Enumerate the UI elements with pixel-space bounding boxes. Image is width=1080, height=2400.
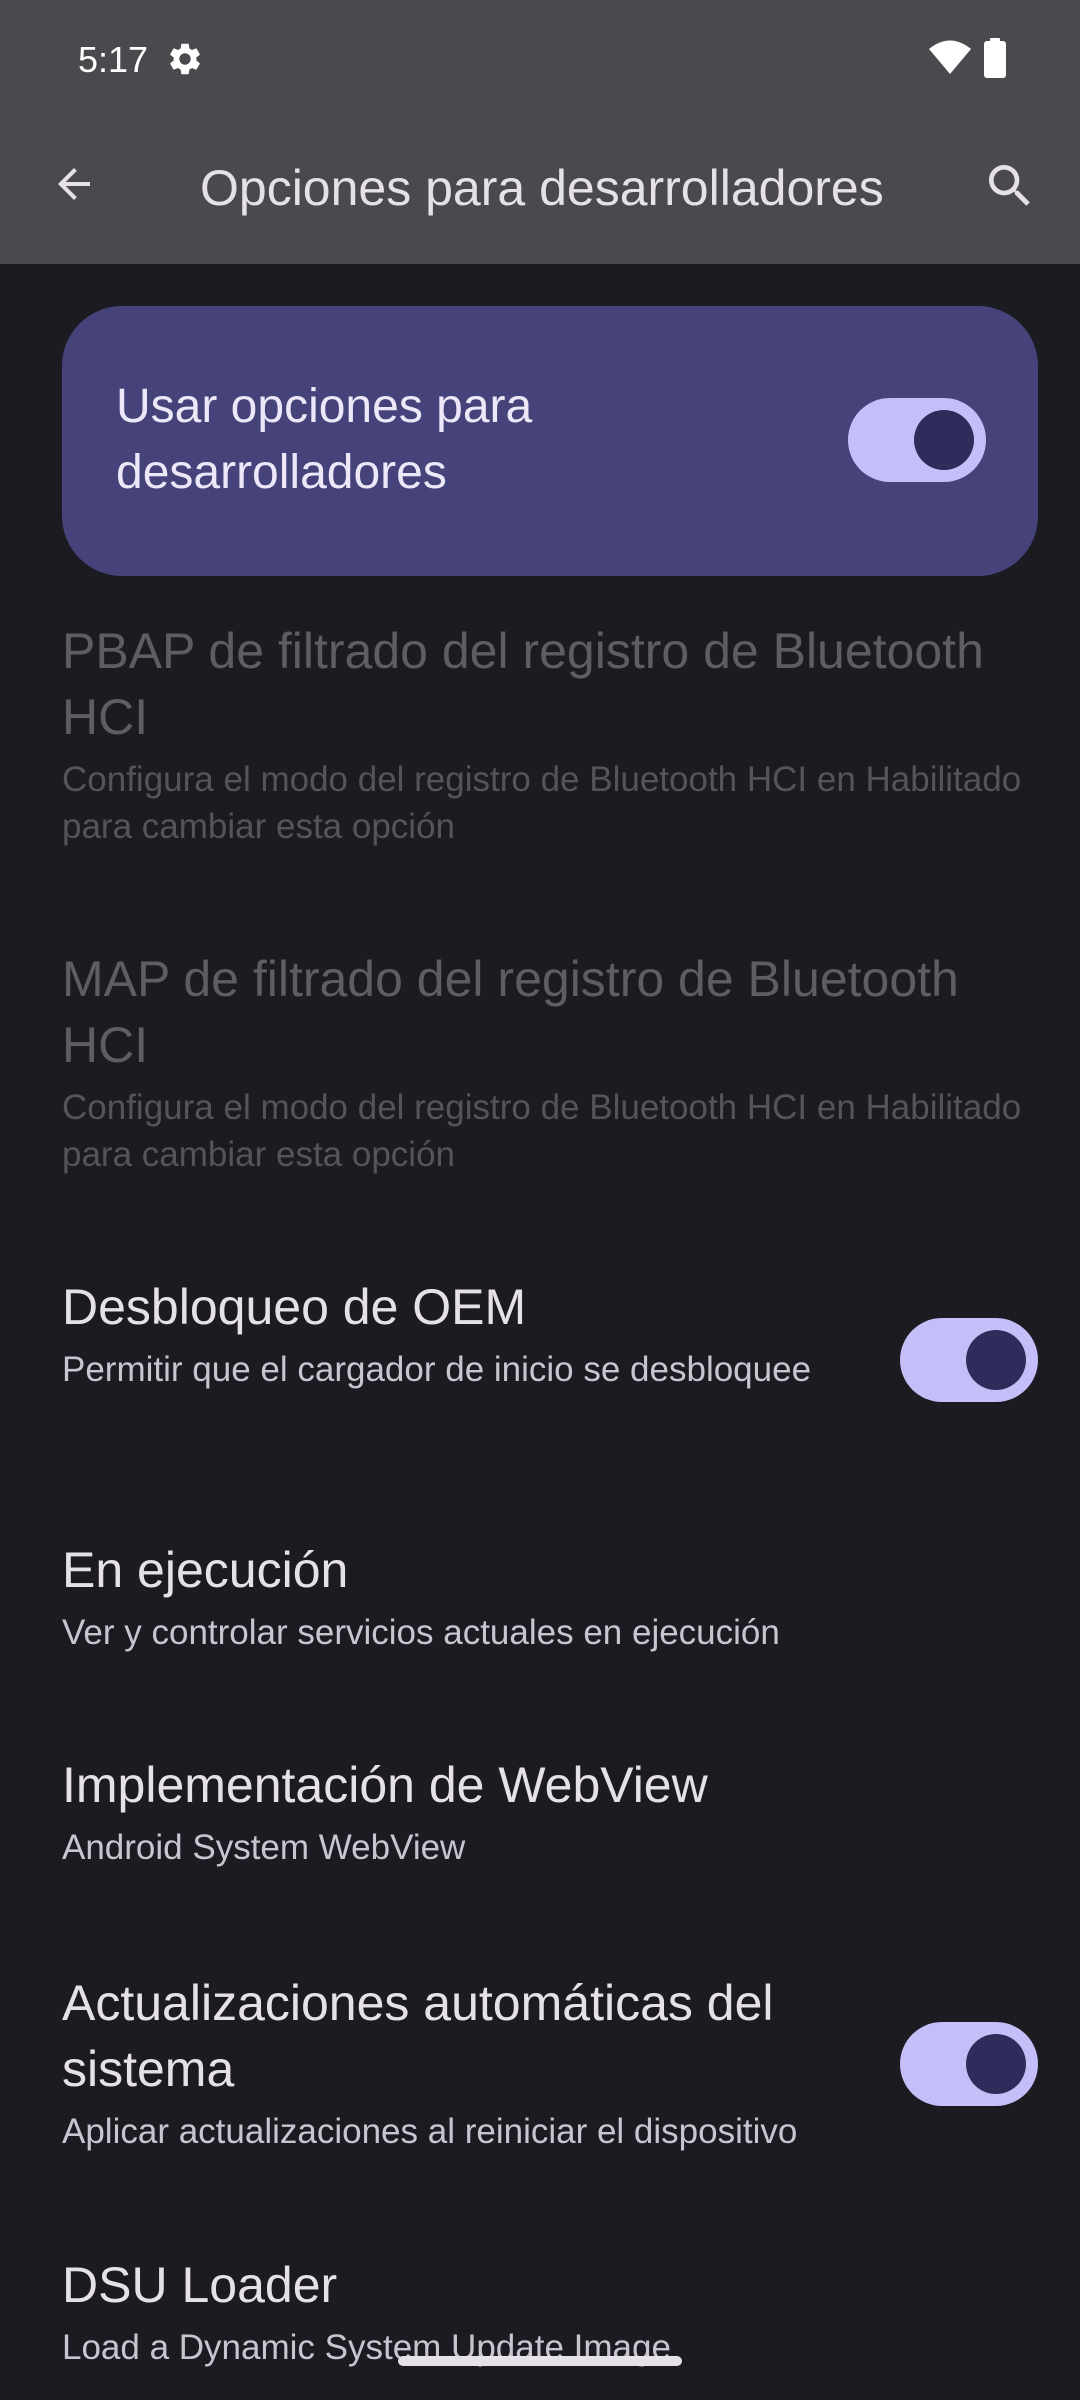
use-developer-options-label: Usar opciones para desarrolladores [116, 380, 533, 499]
pref-oem-unlock[interactable]: Desbloqueo de OEM Permitir que el cargad… [62, 1274, 1038, 1402]
switch-thumb [966, 1330, 1026, 1390]
pref-webview-implementation[interactable]: Implementación de WebView Android System… [62, 1752, 1038, 1871]
pref-title: Desbloqueo de OEM [62, 1279, 527, 1335]
pref-title: En ejecución [62, 1542, 349, 1598]
pref-summary: Permitir que el cargador de inicio se de… [62, 1350, 812, 1389]
pref-summary: Configura el modo del registro de Blueto… [62, 760, 1022, 846]
pref-summary: Ver y controlar servicios actuales en ej… [62, 1613, 780, 1652]
search-icon [989, 165, 1030, 206]
switch-thumb [966, 2034, 1026, 2094]
gesture-nav-handle[interactable] [398, 2356, 682, 2366]
back-button[interactable] [40, 150, 108, 218]
pref-title: MAP de filtrado del registro de Bluetoot… [62, 951, 959, 1073]
search-button[interactable] [980, 156, 1040, 216]
arrow-back-icon [58, 168, 90, 200]
pref-dsu-loader[interactable]: DSU Loader Load a Dynamic System Update … [62, 2252, 1038, 2371]
oem-unlock-switch[interactable] [900, 1318, 1038, 1402]
use-developer-options-card[interactable]: Usar opciones para desarrolladores [62, 306, 1038, 576]
pref-summary: Aplicar actualizaciones al reiniciar el … [62, 2112, 798, 2151]
use-developer-options-switch[interactable] [848, 398, 986, 482]
switch-thumb [914, 410, 974, 470]
pref-title: PBAP de filtrado del registro de Bluetoo… [62, 623, 984, 745]
pref-pbap-hci-filter: PBAP de filtrado del registro de Bluetoo… [62, 618, 1038, 850]
screen: 5:17 Opciones para desarrolladores Usar … [0, 0, 1080, 2400]
pref-title: DSU Loader [62, 2257, 338, 2313]
pref-title: Implementación de WebView [62, 1757, 708, 1813]
pref-auto-system-updates[interactable]: Actualizaciones automáticas del sistema … [62, 1970, 1038, 2155]
auto-system-updates-switch[interactable] [900, 2022, 1038, 2106]
battery-icon [984, 38, 1006, 78]
pref-title: Actualizaciones automáticas del sistema [62, 1975, 774, 2097]
top-bar: 5:17 Opciones para desarrolladores [0, 0, 1080, 264]
pref-running-services[interactable]: En ejecución Ver y controlar servicios a… [62, 1537, 1038, 1656]
status-time: 5:17 [78, 39, 149, 80]
gear-icon [170, 43, 200, 75]
page-title: Opciones para desarrolladores [200, 160, 884, 216]
wifi-icon [929, 40, 971, 74]
pref-summary: Configura el modo del registro de Blueto… [62, 1088, 1022, 1174]
pref-map-hci-filter: MAP de filtrado del registro de Bluetoot… [62, 946, 1038, 1178]
pref-summary: Android System WebView [62, 1828, 466, 1867]
